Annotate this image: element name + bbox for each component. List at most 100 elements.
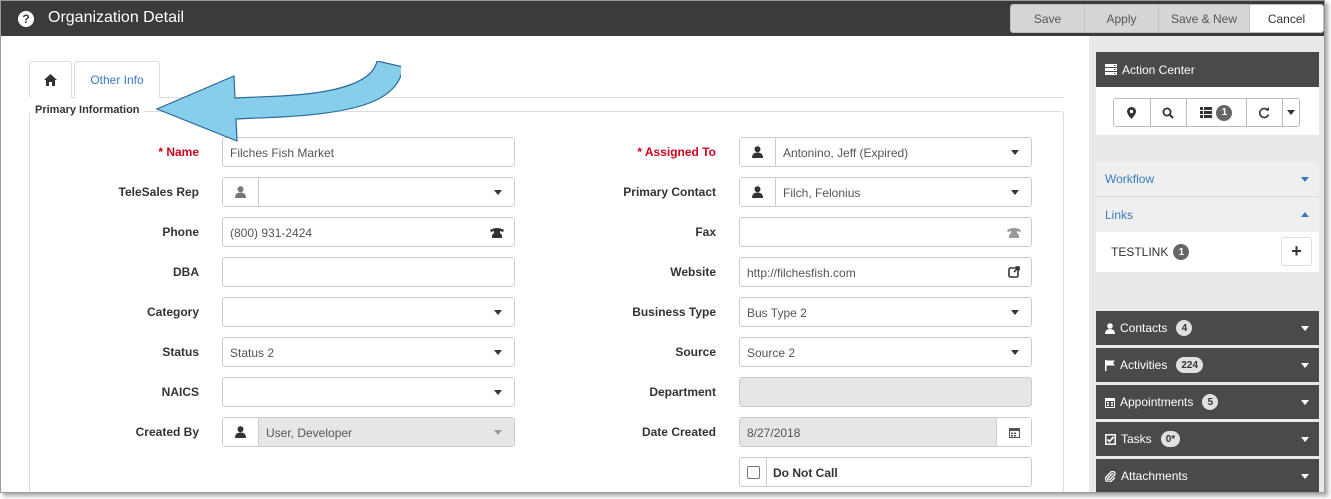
naics-select[interactable] (222, 377, 515, 407)
chevron-down-icon (1301, 326, 1309, 331)
link-count-badge: 1 (1173, 244, 1190, 260)
apply-button[interactable]: Apply (1085, 5, 1159, 32)
person-icon (223, 418, 259, 446)
list-count-badge: 1 (1216, 104, 1233, 121)
paperclip-icon (1105, 470, 1116, 482)
server-icon (1105, 64, 1117, 75)
attachments-section[interactable]: Attachments (1096, 459, 1319, 492)
save-and-new-button[interactable]: Save & New (1159, 5, 1250, 32)
links-section[interactable]: Links (1096, 198, 1319, 232)
section-legend: Primary Information (31, 104, 144, 116)
refresh-button[interactable] (1246, 99, 1284, 126)
main-content: Other Info Primary Information * Name Te… (1, 36, 1089, 492)
external-link-icon[interactable] (1007, 265, 1021, 279)
chevron-down-icon (1301, 474, 1309, 479)
chevron-down-icon (1011, 150, 1019, 155)
phone-input[interactable]: (800) 931-2424 (222, 217, 515, 247)
chevron-down-icon (494, 350, 502, 355)
chevron-down-icon (1301, 437, 1309, 442)
activities-section[interactable]: Activities 224 (1096, 348, 1319, 382)
search-icon (1162, 107, 1175, 119)
action-center-panel: Action Center 1 Workflow Links TESTLINK … (1089, 36, 1324, 492)
fax-label: Fax (695, 225, 716, 239)
do-not-call-field: Do Not Call (739, 457, 1032, 487)
created-by-label: Created By (135, 425, 199, 439)
chevron-down-icon (1287, 110, 1296, 115)
home-icon (44, 73, 57, 86)
workflow-section[interactable]: Workflow (1096, 162, 1319, 197)
status-select[interactable]: Status 2 (222, 337, 515, 367)
business-type-select[interactable]: Bus Type 2 (739, 297, 1032, 327)
dba-label: DBA (173, 265, 199, 279)
toolbar-button-group: Save Apply Save & New Cancel (1010, 4, 1324, 33)
window-title: Organization Detail (48, 9, 185, 26)
chevron-down-icon (494, 430, 502, 435)
add-link-button[interactable]: + (1281, 237, 1312, 266)
chevron-down-icon (1301, 177, 1309, 182)
action-center-header: Action Center (1096, 52, 1319, 87)
primary-contact-select[interactable]: Filch, Felonius (739, 177, 1032, 207)
telesales-label: TeleSales Rep (118, 185, 199, 199)
tasks-section[interactable]: Tasks 0* (1096, 422, 1319, 456)
date-created-label: Date Created (641, 425, 716, 439)
chevron-down-icon (1011, 190, 1019, 195)
category-label: Category (146, 305, 199, 319)
search-button[interactable] (1150, 99, 1188, 126)
calendar-icon (1105, 397, 1115, 408)
list-icon (1200, 107, 1213, 118)
website-input[interactable]: http://filchesfish.com (739, 257, 1032, 287)
chevron-down-icon (1011, 310, 1019, 315)
status-label: Status (162, 345, 199, 359)
source-label: Source (675, 345, 716, 359)
chevron-down-icon (494, 390, 502, 395)
dba-input[interactable] (222, 257, 515, 287)
plus-icon: + (1291, 241, 1302, 261)
person-icon (740, 138, 776, 166)
website-label: Website (670, 265, 716, 279)
primary-contact-label: Primary Contact (623, 185, 716, 199)
help-icon[interactable]: ? (18, 11, 34, 27)
phone-icon[interactable] (490, 225, 504, 239)
cancel-button[interactable]: Cancel (1250, 5, 1323, 32)
contacts-section[interactable]: Contacts 4 (1096, 311, 1319, 345)
organization-detail-window: ? Organization Detail Save Apply Save & … (0, 0, 1325, 493)
fax-input[interactable] (739, 217, 1032, 247)
source-select[interactable]: Source 2 (739, 337, 1032, 367)
action-center-toolbar-area: 1 (1096, 87, 1319, 135)
title-bar: ? Organization Detail Save Apply Save & … (1, 1, 1324, 36)
business-type-label: Business Type (632, 305, 716, 319)
map-marker-button[interactable] (1114, 99, 1151, 126)
chevron-down-icon (1301, 400, 1309, 405)
chevron-down-icon (1301, 363, 1309, 368)
naics-label: NAICS (161, 385, 199, 399)
fax-phone-icon[interactable] (1007, 225, 1021, 239)
save-button[interactable]: Save (1011, 5, 1085, 32)
created-by-select: User, Developer (222, 417, 515, 447)
person-icon (1105, 322, 1115, 334)
assigned-to-label: * Assigned To (637, 145, 716, 159)
action-center-title: Action Center (1122, 62, 1195, 77)
person-icon (223, 178, 259, 206)
tab-home[interactable] (29, 61, 72, 98)
phone-label: Phone (162, 225, 199, 239)
category-select[interactable] (222, 297, 515, 327)
more-options-dropdown[interactable] (1283, 99, 1299, 126)
person-icon (740, 178, 776, 206)
chevron-down-icon (1011, 350, 1019, 355)
link-item-testlink[interactable]: TESTLINK 1 + (1096, 232, 1319, 272)
appointments-section[interactable]: Appointments 5 (1096, 385, 1319, 419)
chevron-down-icon (494, 190, 502, 195)
chevron-down-icon (494, 310, 502, 315)
refresh-icon (1259, 106, 1270, 118)
assigned-to-select[interactable]: Antonino, Jeff (Expired) (739, 137, 1032, 167)
do-not-call-checkbox[interactable] (747, 466, 760, 479)
do-not-call-label: Do Not Call (773, 466, 838, 480)
calendar-icon[interactable] (996, 418, 1031, 446)
action-center-tools: 1 (1113, 98, 1300, 127)
department-input (739, 377, 1032, 407)
telesales-select[interactable] (222, 177, 515, 207)
checkbox-icon (1105, 433, 1116, 445)
chevron-up-icon (1301, 212, 1309, 217)
list-button[interactable]: 1 (1187, 99, 1247, 126)
map-marker-icon (1127, 106, 1137, 119)
